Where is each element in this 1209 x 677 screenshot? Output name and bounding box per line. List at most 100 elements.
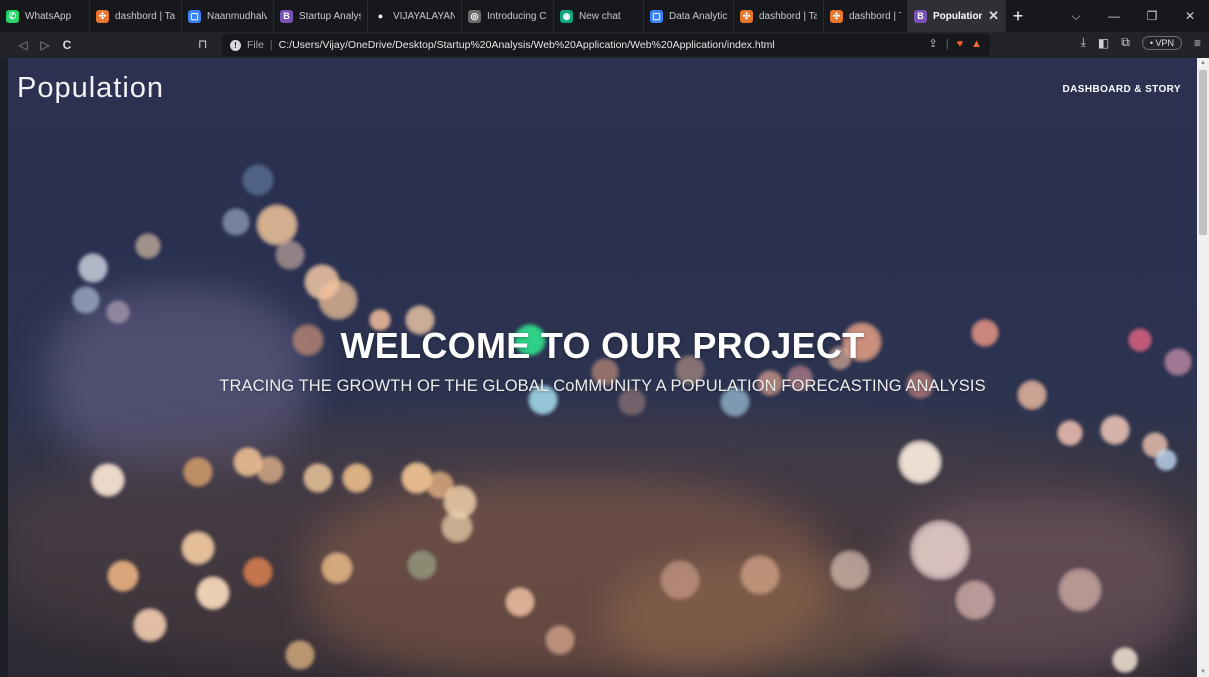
- bokeh-light: [955, 580, 995, 620]
- window-controls: ⌵ — ❐ ✕: [1057, 0, 1209, 32]
- bokeh-light: [72, 286, 100, 314]
- hero-subtitle: TRACING THE GROWTH OF THE GLOBAL CoMMUNI…: [219, 377, 986, 395]
- tab-label: VIJAYALAYAN2: [393, 10, 455, 22]
- download-icon[interactable]: ⤓: [1081, 35, 1086, 50]
- share-icon[interactable]: ⇪: [929, 37, 938, 50]
- bokeh-light: [78, 253, 108, 283]
- tab-8[interactable]: ▢ Data Analytics: [644, 0, 734, 32]
- close-window-button[interactable]: ✕: [1171, 9, 1209, 23]
- bokeh-light: [135, 233, 161, 259]
- forward-button[interactable]: ▷: [34, 38, 56, 52]
- bokeh-light: [106, 300, 130, 324]
- nav-link-dashboard-story[interactable]: DASHBOARD & STORY: [1063, 84, 1181, 95]
- tableau-icon: ✣: [830, 9, 843, 23]
- bokeh-light: [196, 576, 230, 610]
- bokeh-light: [183, 457, 213, 487]
- scroll-thumb[interactable]: [1199, 70, 1207, 235]
- restore-button[interactable]: ❐: [1133, 9, 1171, 23]
- page-scrollbar[interactable]: ▲ ▼: [1197, 58, 1209, 677]
- bokeh-light: [242, 164, 274, 196]
- url-separator: |: [269, 39, 273, 51]
- url-scheme: File: [247, 39, 264, 51]
- tab-search-dropdown-icon[interactable]: ⌵: [1057, 9, 1095, 24]
- bokeh-light: [898, 440, 942, 484]
- tab-9[interactable]: ✣ dashbord | Tab: [734, 0, 824, 32]
- bokeh-light: [107, 560, 139, 592]
- bokeh-light: [1112, 647, 1138, 673]
- tab-label: Startup Analys: [299, 10, 361, 22]
- hero-background-image: [8, 58, 1197, 677]
- close-tab-icon[interactable]: ✕: [988, 8, 999, 24]
- tab-4[interactable]: B Startup Analys: [274, 0, 368, 32]
- bokeh-light: [1100, 415, 1130, 445]
- bokeh-light: [1057, 420, 1083, 446]
- tab-label: WhatsApp: [25, 10, 72, 22]
- bokeh-light: [910, 520, 970, 580]
- window-icon: ▢: [650, 9, 663, 23]
- tableau-icon: ✣: [740, 9, 753, 23]
- back-button[interactable]: ◁: [12, 38, 34, 52]
- vpn-button[interactable]: • VPN: [1141, 35, 1182, 50]
- tab-strip: ✆ WhatsApp ✣ dashbord | Tab ▢ Naanmudhalv B Sta…: [0, 0, 1209, 32]
- bokeh-light: [318, 280, 358, 320]
- hero-title: WELCOME TO OUR PROJECT: [340, 325, 865, 366]
- bokeh-light: [1155, 449, 1177, 471]
- address-bar-actions: ⇪ | ♥ ▲: [929, 37, 983, 51]
- tableau-icon: ✣: [96, 9, 109, 23]
- bokeh-light: [660, 560, 700, 600]
- tab-7[interactable]: ◉ New chat: [554, 0, 644, 32]
- tab-6[interactable]: ◎ Introducing Ch: [462, 0, 554, 32]
- scroll-down-icon[interactable]: ▼: [1200, 669, 1206, 675]
- sidebar-icon[interactable]: ◧: [1098, 36, 1109, 50]
- tab-label: Population: [933, 10, 983, 22]
- bokeh-light: [275, 240, 305, 270]
- bootstrap-icon: B: [280, 9, 293, 23]
- tab-5[interactable]: ● VIJAYALAYAN2: [368, 0, 462, 32]
- bokeh-light: [505, 587, 535, 617]
- site-info-icon[interactable]: !: [230, 39, 241, 51]
- bokeh-light: [545, 625, 575, 655]
- chat-icon: ◉: [560, 9, 573, 23]
- bokeh-light: [256, 456, 284, 484]
- tab-label: dashbord | Tab: [849, 10, 901, 22]
- reload-button[interactable]: C: [56, 38, 78, 52]
- wallet-icon[interactable]: ⧉: [1121, 35, 1130, 50]
- tab-label: Introducing Ch: [487, 10, 547, 22]
- scroll-up-icon[interactable]: ▲: [1200, 60, 1206, 66]
- menu-icon[interactable]: ≡: [1194, 36, 1201, 50]
- new-tab-button[interactable]: +: [1006, 6, 1030, 27]
- bokeh-light: [285, 640, 315, 670]
- window-icon: ▢: [188, 9, 201, 23]
- navigation-bar: ◁ ▷ C ⊓ ! File | C:/Users/Vijay/OneDrive…: [0, 32, 1209, 58]
- bokeh-light: [407, 550, 437, 580]
- tab-11[interactable]: B Population ✕: [908, 0, 1006, 32]
- url-text[interactable]: C:/Users/Vijay/OneDrive/Desktop/Startup%…: [279, 39, 775, 51]
- tab-10[interactable]: ✣ dashbord | Tab: [824, 0, 908, 32]
- site-brand[interactable]: Population: [17, 72, 164, 105]
- tab-1[interactable]: ✆ WhatsApp: [0, 0, 90, 32]
- tab-label: New chat: [579, 10, 621, 22]
- page-viewport: Population DASHBOARD & STORY WELCOME TO …: [8, 58, 1197, 677]
- bokeh-light: [303, 463, 333, 493]
- minimize-button[interactable]: —: [1095, 9, 1133, 23]
- brave-shields-icon[interactable]: ♥: [957, 38, 964, 50]
- bootstrap-icon: B: [914, 9, 927, 23]
- bokeh-light: [133, 608, 167, 642]
- tab-label: dashbord | Tab: [115, 10, 175, 22]
- divider: |: [945, 37, 949, 50]
- bokeh-light: [441, 511, 473, 543]
- bokeh-light: [342, 463, 372, 493]
- brave-rewards-icon[interactable]: ▲: [971, 38, 982, 50]
- bokeh-light: [321, 552, 353, 584]
- bokeh-light: [181, 531, 215, 565]
- bokeh-light: [243, 557, 273, 587]
- tab-label: Naanmudhalv: [207, 10, 267, 22]
- openai-icon: ◎: [468, 9, 481, 23]
- tab-3[interactable]: ▢ Naanmudhalv: [182, 0, 274, 32]
- bookmark-icon[interactable]: ⊓: [198, 37, 207, 51]
- bokeh-light: [740, 555, 780, 595]
- whatsapp-icon: ✆: [6, 9, 19, 23]
- tab-2[interactable]: ✣ dashbord | Tab: [90, 0, 182, 32]
- address-bar[interactable]: ! File | C:/Users/Vijay/OneDrive/Desktop…: [222, 34, 990, 56]
- bokeh-light: [222, 208, 250, 236]
